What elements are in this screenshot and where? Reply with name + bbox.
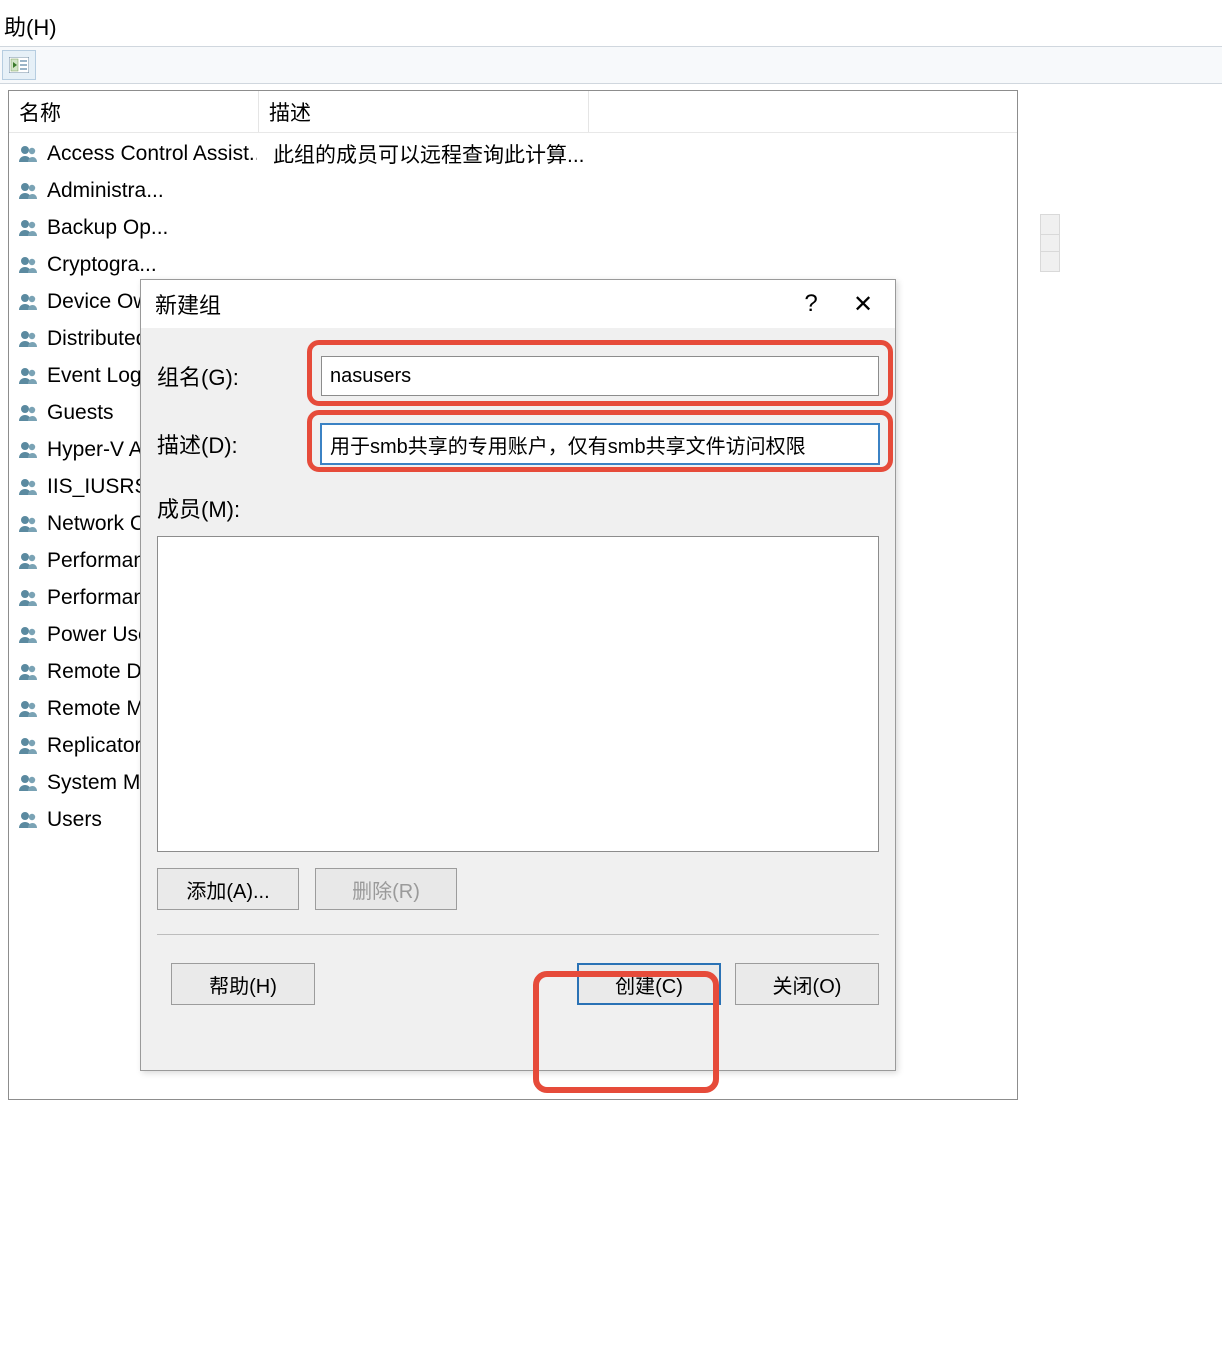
dialog-help-button[interactable]: ?: [785, 284, 837, 324]
group-icon: [17, 290, 41, 314]
members-label: 成员(M):: [157, 492, 879, 524]
column-header-spare[interactable]: [589, 91, 1017, 132]
list-item[interactable]: Administra...: [9, 172, 1017, 209]
group-name: Backup Op...: [47, 216, 257, 240]
group-icon: [17, 142, 41, 166]
group-icon: [17, 512, 41, 536]
group-icon: [17, 216, 41, 240]
group-name: Administra...: [47, 179, 257, 203]
group-icon: [17, 438, 41, 462]
remove-member-button: 删除(R): [315, 868, 457, 910]
column-header-name[interactable]: 名称: [9, 91, 259, 132]
group-icon: [17, 327, 41, 351]
group-icon: [17, 475, 41, 499]
group-name: Access Control Assist...: [47, 142, 257, 166]
group-icon: [17, 623, 41, 647]
description-input[interactable]: [321, 424, 879, 464]
group-desc: 此组的成员可以远程查询此计算...: [257, 139, 585, 169]
group-icon: [17, 401, 41, 425]
list-header: 名称 描述: [9, 91, 1017, 133]
group-icon: [17, 660, 41, 684]
scroll-up-icon[interactable]: [1041, 215, 1059, 235]
group-icon: [17, 549, 41, 573]
properties-icon: [9, 57, 29, 73]
dialog-title: 新建组: [155, 288, 785, 320]
group-icon: [17, 808, 41, 832]
group-icon: [17, 253, 41, 277]
create-button[interactable]: 创建(C): [577, 963, 721, 1005]
right-mini-scrollbar[interactable]: [1040, 214, 1060, 272]
new-group-dialog: 新建组 ? ✕ 组名(G): 描述(D):: [140, 279, 896, 1071]
group-name: Cryptogra...: [47, 253, 257, 277]
column-header-desc[interactable]: 描述: [259, 91, 589, 132]
menu-bar: 助(H): [0, 0, 1222, 46]
members-listbox[interactable]: [157, 536, 879, 852]
description-label: 描述(D):: [157, 428, 321, 460]
menu-help[interactable]: 助(H): [0, 15, 57, 40]
group-icon: [17, 364, 41, 388]
groupname-input[interactable]: [321, 356, 879, 396]
close-icon: ✕: [853, 290, 873, 319]
help-button[interactable]: 帮助(H): [171, 963, 315, 1005]
list-item[interactable]: Access Control Assist...此组的成员可以远程查询此计算..…: [9, 135, 1017, 172]
dialog-close-button[interactable]: ✕: [837, 284, 889, 324]
toolbar: [0, 46, 1222, 84]
dialog-titlebar: 新建组 ? ✕: [141, 280, 895, 328]
toolbar-button[interactable]: [2, 50, 36, 80]
add-member-button[interactable]: 添加(A)...: [157, 868, 299, 910]
close-button[interactable]: 关闭(O): [735, 963, 879, 1005]
groupname-label: 组名(G):: [157, 360, 321, 392]
group-icon: [17, 586, 41, 610]
group-icon: [17, 734, 41, 758]
group-icon: [17, 179, 41, 203]
list-item[interactable]: Cryptogra...: [9, 246, 1017, 283]
list-item[interactable]: Backup Op...: [9, 209, 1017, 246]
group-icon: [17, 771, 41, 795]
group-icon: [17, 697, 41, 721]
scroll-down-icon[interactable]: [1041, 251, 1059, 271]
